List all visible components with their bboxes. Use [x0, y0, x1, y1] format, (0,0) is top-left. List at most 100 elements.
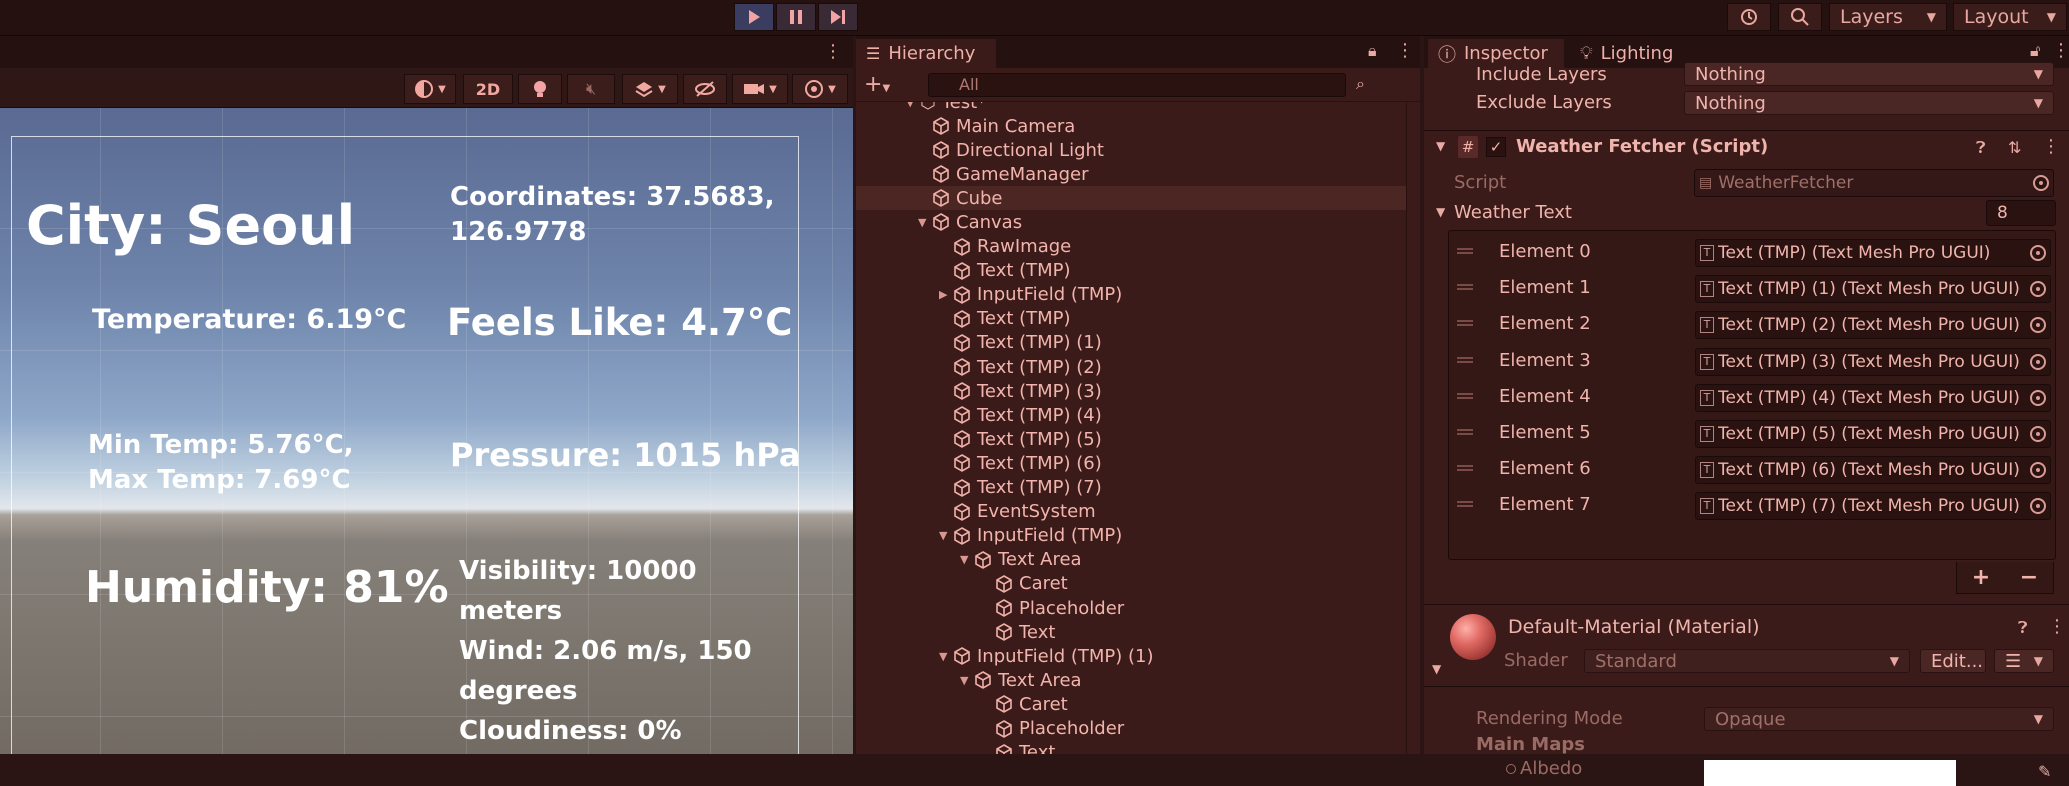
hierarchy-item[interactable]: ▼ Text Area: [856, 668, 1406, 692]
scene-visibility-button[interactable]: [683, 74, 727, 104]
element-object-field[interactable]: T Text (TMP) (7) (Text Mesh Pro UGUI): [1695, 492, 2051, 521]
object-picker-icon[interactable]: [2030, 498, 2046, 515]
drag-handle-icon[interactable]: [1457, 320, 1473, 327]
object-picker-icon[interactable]: [2030, 245, 2046, 261]
preset-settings-icon[interactable]: ⇅: [2008, 138, 2021, 157]
component-enabled-checkbox[interactable]: ✓: [1486, 137, 1506, 157]
history-button[interactable]: [1727, 3, 1771, 31]
lock-icon[interactable]: 🔓︎: [2030, 41, 2040, 61]
hierarchy-item[interactable]: Text: [856, 741, 1406, 754]
remove-element-button[interactable]: −: [2020, 565, 2038, 590]
include-layers-dropdown[interactable]: Nothing ▼: [1684, 62, 2054, 86]
add-element-button[interactable]: +: [1972, 565, 1990, 590]
hierarchy-item[interactable]: Placeholder: [856, 717, 1406, 741]
gizmos-dropdown[interactable]: ▼: [792, 74, 848, 104]
object-picker-icon[interactable]: [2030, 462, 2046, 479]
hierarchy-item[interactable]: Text (TMP) (5): [856, 427, 1406, 451]
fold-arrow[interactable]: ▼: [918, 216, 932, 229]
hierarchy-item[interactable]: Cube: [856, 186, 1406, 211]
create-plus-button[interactable]: +▼: [864, 72, 890, 97]
hierarchy-scrollbar[interactable]: [1406, 102, 1420, 754]
hierarchy-item[interactable]: Placeholder: [856, 596, 1406, 620]
object-picker-icon[interactable]: [2030, 389, 2046, 406]
hierarchy-item[interactable]: Caret: [856, 692, 1406, 716]
help-icon[interactable]: ❓︎: [2018, 618, 2028, 638]
drag-handle-icon[interactable]: [1457, 284, 1473, 291]
hierarchy-item[interactable]: RawImage: [856, 235, 1406, 259]
hierarchy-item[interactable]: Text (TMP) (4): [856, 403, 1406, 427]
fold-arrow[interactable]: ▼: [960, 553, 974, 566]
kebab-menu-icon[interactable]: ⋮: [1396, 40, 1414, 61]
play-button[interactable]: [734, 3, 774, 31]
hierarchy-item[interactable]: Text (TMP) (7): [856, 476, 1406, 500]
eyedropper-icon[interactable]: ✎: [2038, 762, 2051, 781]
step-button[interactable]: [818, 3, 858, 31]
object-picker-icon[interactable]: [2030, 426, 2046, 442]
hierarchy-item[interactable]: Text (TMP) (1): [856, 331, 1406, 355]
hierarchy-item[interactable]: Main Camera: [856, 114, 1406, 138]
drag-handle-icon[interactable]: [1457, 465, 1473, 472]
object-picker-icon[interactable]: [2030, 353, 2046, 370]
drag-handle-icon[interactable]: [1457, 501, 1473, 508]
kebab-menu-icon[interactable]: ⋮: [2048, 616, 2066, 637]
fold-arrow[interactable]: ▼: [939, 650, 953, 663]
scene-viewport[interactable]: City: Seoul Coordinates: 37.5683, 126.97…: [0, 108, 853, 754]
fold-arrow[interactable]: ▼: [1436, 205, 1445, 219]
hierarchy-search-input[interactable]: All: [928, 73, 1346, 97]
effects-dropdown[interactable]: ▼: [622, 74, 678, 104]
hierarchy-item[interactable]: Text (TMP) (3): [856, 379, 1406, 403]
drag-handle-icon[interactable]: [1457, 248, 1473, 254]
hierarchy-item[interactable]: GameManager: [856, 162, 1406, 186]
hierarchy-item[interactable]: ▼ Text Area: [856, 548, 1406, 572]
hierarchy-item[interactable]: ▶ InputField (TMP): [856, 283, 1406, 307]
element-object-field[interactable]: T Text (TMP) (5) (Text Mesh Pro UGUI): [1695, 420, 2051, 448]
element-object-field[interactable]: T Text (TMP) (4) (Text Mesh Pro UGUI): [1695, 383, 2051, 412]
fold-arrow[interactable]: ▼: [1436, 139, 1445, 153]
hierarchy-item[interactable]: Text (TMP) (2): [856, 355, 1406, 379]
hierarchy-item[interactable]: EventSystem: [856, 500, 1406, 524]
object-picker-icon[interactable]: [2030, 317, 2046, 334]
kebab-menu-icon[interactable]: ⋮: [2042, 136, 2060, 157]
drag-handle-icon[interactable]: [1457, 429, 1473, 435]
kebab-menu-icon[interactable]: ⋮: [824, 41, 842, 62]
rendering-mode-dropdown[interactable]: Opaque ▼: [1704, 707, 2054, 731]
drag-handle-icon[interactable]: [1457, 356, 1473, 363]
fold-arrow[interactable]: ▼: [939, 529, 953, 542]
hierarchy-item[interactable]: ▼ InputField (TMP): [856, 524, 1406, 548]
element-object-field[interactable]: T Text (TMP) (1) (Text Mesh Pro UGUI): [1695, 275, 2051, 304]
scene-root-row[interactable]: ▼ ⬡ Test*: [856, 102, 1406, 114]
lighting-toggle-button[interactable]: [518, 74, 562, 104]
hierarchy-item[interactable]: Text: [856, 620, 1406, 644]
shader-options-dropdown[interactable]: ☰ ▼: [1994, 649, 2054, 673]
layers-dropdown[interactable]: Layers ▼: [1829, 3, 1947, 31]
fold-arrow[interactable]: ▼: [1432, 662, 1441, 676]
search-by-type-icon[interactable]: ⌕: [1356, 74, 1365, 94]
hierarchy-item[interactable]: Text (TMP) (6): [856, 451, 1406, 475]
object-picker-icon[interactable]: [2030, 281, 2046, 298]
hierarchy-item[interactable]: Directional Light: [856, 138, 1406, 162]
2d-toggle-button[interactable]: 2D: [463, 74, 513, 104]
help-icon[interactable]: ❓︎: [1976, 138, 1986, 158]
hierarchy-item[interactable]: Caret: [856, 572, 1406, 596]
exclude-layers-dropdown[interactable]: Nothing ▼: [1684, 91, 2054, 115]
shader-dropdown[interactable]: Standard ▼: [1584, 649, 1910, 673]
hierarchy-item[interactable]: Text (TMP): [856, 307, 1406, 331]
kebab-menu-icon[interactable]: ⋮: [2052, 40, 2069, 61]
search-button[interactable]: [1778, 3, 1822, 31]
fold-arrow[interactable]: ▼: [960, 674, 974, 687]
layout-dropdown[interactable]: Layout ▼: [1953, 3, 2067, 31]
fold-arrow[interactable]: ▶: [939, 288, 953, 301]
element-object-field[interactable]: T Text (TMP) (3) (Text Mesh Pro UGUI): [1695, 347, 2051, 376]
pause-button[interactable]: [776, 3, 816, 31]
lock-icon[interactable]: 🔒︎: [1368, 41, 1377, 61]
hierarchy-item[interactable]: Text (TMP): [856, 259, 1406, 283]
texture-picker-icon[interactable]: [1506, 764, 1516, 774]
hierarchy-item[interactable]: ▼ Canvas: [856, 210, 1406, 234]
camera-dropdown[interactable]: ▼: [732, 74, 788, 104]
hierarchy-item[interactable]: ▼ InputField (TMP) (1): [856, 644, 1406, 668]
element-object-field[interactable]: T Text (TMP) (Text Mesh Pro UGUI): [1695, 239, 2051, 267]
drag-handle-icon[interactable]: [1457, 392, 1473, 399]
weather-text-size-field[interactable]: 8: [1986, 200, 2056, 226]
edit-shader-button[interactable]: Edit...: [1920, 649, 1986, 673]
audio-toggle-button[interactable]: 🔇︎: [567, 74, 615, 104]
